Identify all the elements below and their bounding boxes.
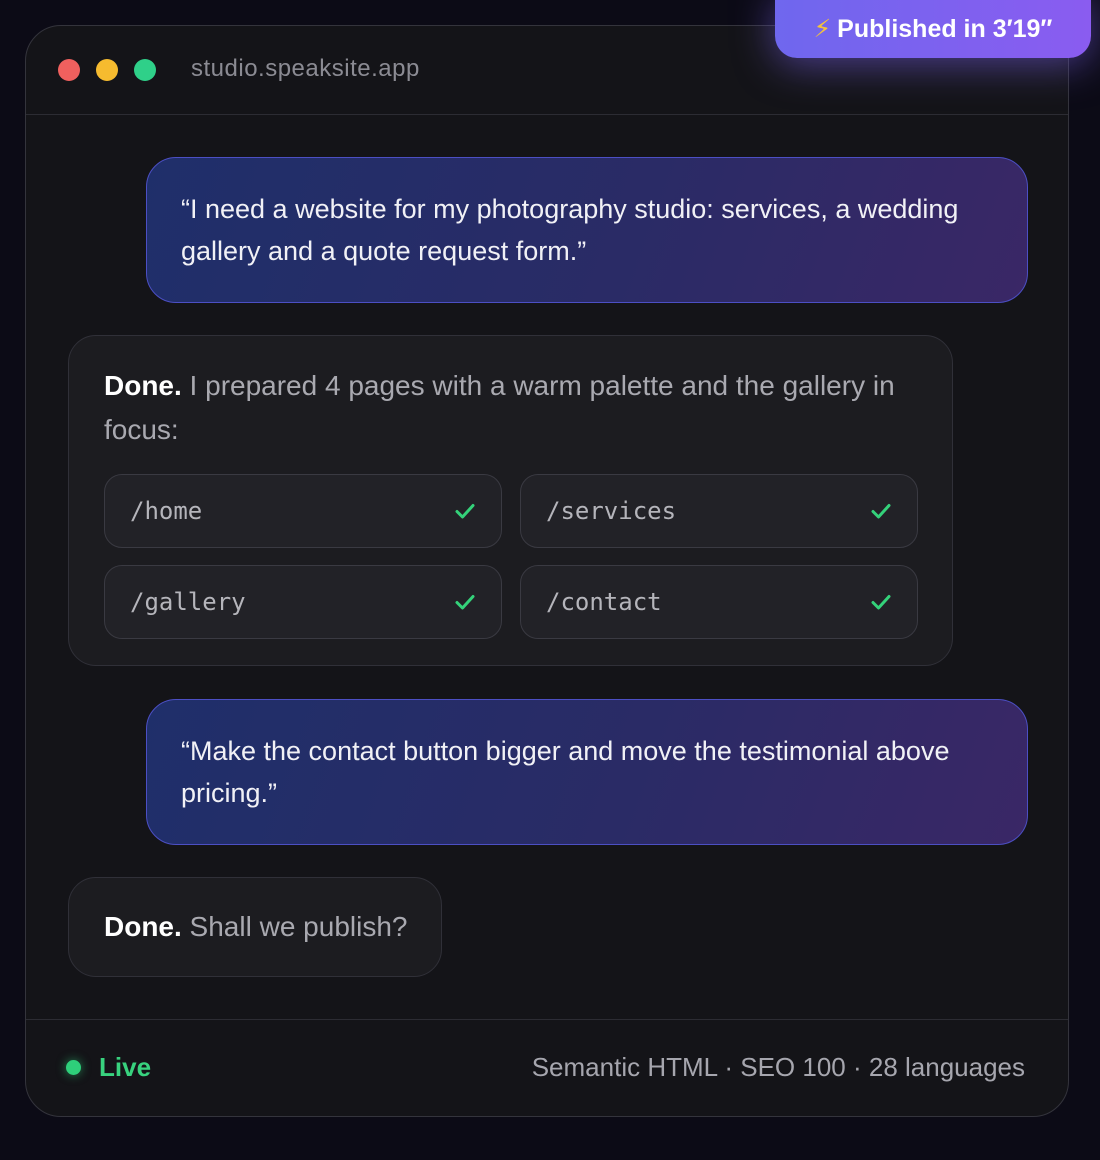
site-features-summary: Semantic HTML · SEO 100 · 28 languages bbox=[531, 1052, 1025, 1082]
address-url: studio.speaksite.app bbox=[191, 55, 420, 82]
user-message-2: “Make the contact button bigger and move… bbox=[146, 699, 1028, 845]
route-path: /home bbox=[130, 497, 203, 525]
assistant-message-text: Done. I prepared 4 pages with a warm pal… bbox=[104, 364, 918, 452]
published-badge: ⚡ Published in 3′19″ bbox=[775, 0, 1091, 58]
page-route-list: /home /services /gallery /contact bbox=[104, 474, 918, 639]
maximize-window-button[interactable] bbox=[134, 59, 156, 81]
route-item-home[interactable]: /home bbox=[104, 474, 502, 548]
route-item-services[interactable]: /services bbox=[520, 474, 918, 548]
route-item-gallery[interactable]: /gallery bbox=[104, 565, 502, 639]
route-item-contact[interactable]: /contact bbox=[520, 565, 918, 639]
live-status-label: Live bbox=[99, 1052, 152, 1082]
check-icon bbox=[455, 595, 475, 610]
close-window-button[interactable] bbox=[58, 59, 80, 81]
check-icon bbox=[871, 595, 891, 610]
assistant-body: Shall we publish? bbox=[181, 911, 408, 942]
status-footer: Live Semantic HTML · SEO 100 · 28 langua… bbox=[26, 1019, 1068, 1116]
check-icon bbox=[871, 504, 891, 519]
assistant-lead: Done. bbox=[104, 911, 182, 942]
user-message-text: “I need a website for my photography stu… bbox=[181, 194, 959, 266]
assistant-message-2: Done. Shall we publish? bbox=[68, 877, 443, 977]
route-path: /contact bbox=[546, 588, 662, 616]
assistant-body: I prepared 4 pages with a warm palette a… bbox=[104, 370, 895, 445]
assistant-lead: Done. bbox=[104, 370, 182, 401]
published-badge-label: Published in 3′19″ bbox=[837, 14, 1053, 43]
minimize-window-button[interactable] bbox=[96, 59, 118, 81]
app-window: studio.speaksite.app “I need a website f… bbox=[25, 25, 1069, 1117]
route-path: /gallery bbox=[130, 588, 246, 616]
lightning-icon: ⚡ bbox=[813, 15, 832, 43]
user-message-text: “Make the contact button bigger and move… bbox=[181, 736, 950, 808]
live-status-dot bbox=[66, 1060, 81, 1075]
assistant-message-1: Done. I prepared 4 pages with a warm pal… bbox=[68, 335, 953, 666]
route-path: /services bbox=[546, 497, 677, 525]
user-message-1: “I need a website for my photography stu… bbox=[146, 157, 1028, 303]
check-icon bbox=[455, 504, 475, 519]
